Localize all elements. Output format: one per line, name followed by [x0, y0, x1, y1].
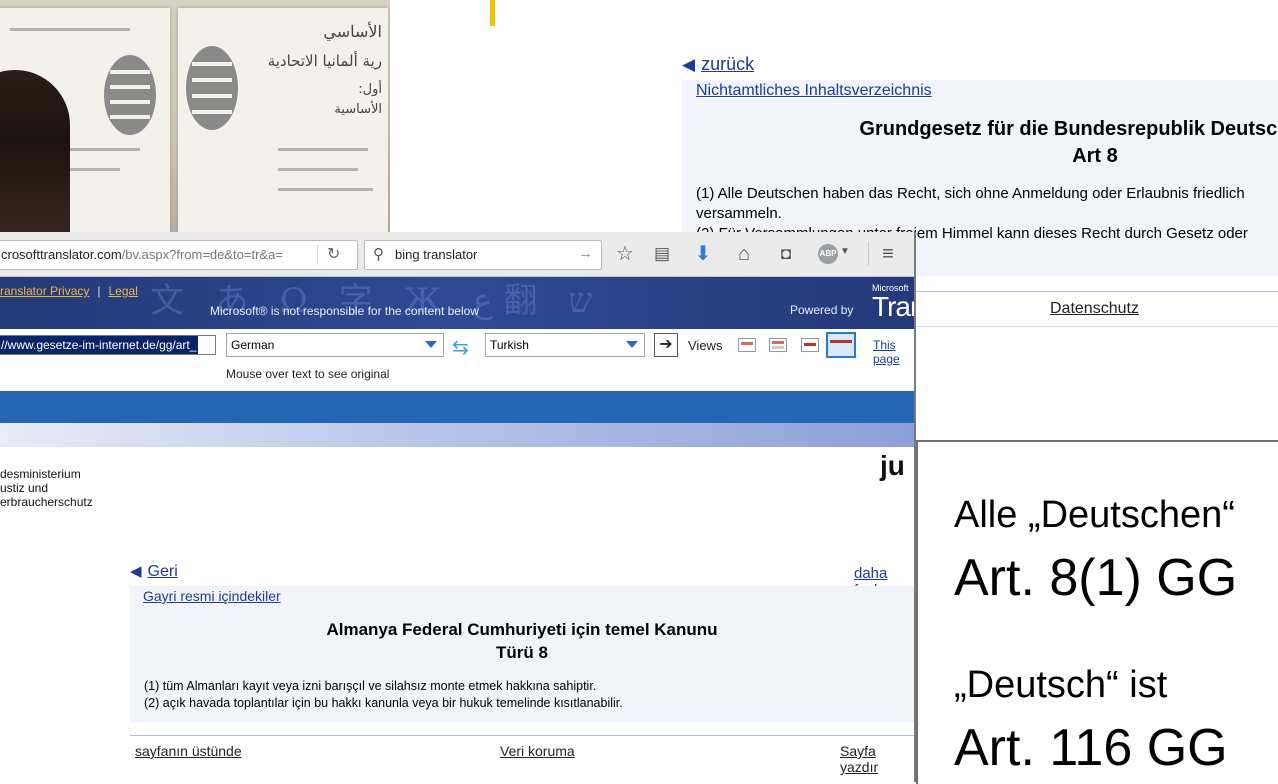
ministry-line1: desministerium	[0, 467, 81, 481]
address-text: crosofttranslator.com/bv.aspx?from=de&to…	[1, 247, 283, 262]
site-header-bar	[0, 391, 914, 423]
pocket-icon[interactable]: ◘	[774, 242, 798, 266]
translate-go-button[interactable]: ➔	[654, 333, 678, 357]
banner-links: ranslator Privacy | Legal	[0, 284, 138, 298]
powered-by-label: Powered by	[790, 303, 854, 317]
privacy-link[interactable]: Veri koruma	[500, 743, 575, 759]
paragraph-1: (1) tüm Almanları kayıt veya izni barışç…	[144, 679, 597, 693]
article-title-line1: Almanya Federal Cumhuriyeti için temel K…	[326, 620, 718, 639]
arabic-text: الأساسي	[323, 22, 382, 41]
search-bar[interactable]: ⚲ bing translator →	[364, 240, 602, 270]
download-icon[interactable]: ⬇	[691, 242, 715, 266]
article-title: Grundgesetz für die Bundesrepublik Deuts…	[682, 116, 1278, 170]
eagle-emblem-icon	[104, 55, 156, 135]
person-silhouette	[0, 70, 70, 232]
back-link[interactable]: ◀ zurück	[682, 54, 754, 75]
address-bar[interactable]: crosofttranslator.com/bv.aspx?from=de&to…	[0, 240, 358, 270]
this-page-link[interactable]: This page	[873, 338, 914, 366]
site-header-gradient	[0, 423, 914, 447]
separator: |	[97, 284, 101, 298]
back-arrow-icon: ◀	[682, 55, 696, 74]
back-link[interactable]: ◀ Geri	[130, 562, 178, 581]
mouse-hint-text: Mouse over text to see original	[226, 367, 390, 381]
star-icon[interactable]: ☆	[613, 242, 637, 266]
eagle-emblem-icon	[186, 46, 238, 130]
arabic-text: أول:	[358, 82, 382, 97]
url-path: /bv.aspx?from=de&to=tr&a=	[121, 247, 283, 262]
arabic-text: الأساسية	[334, 102, 382, 117]
source-url-input[interactable]: //www.gesetze-im-internet.de/gg/art_	[0, 335, 216, 355]
from-language-value: German	[231, 338, 275, 352]
slide-line4: Art. 116 GG	[954, 719, 1228, 777]
arabic-text: رية ألمانيا الاتحادية	[267, 52, 382, 70]
url-host: crosofttranslator.com	[1, 247, 122, 262]
chevron-down-icon[interactable]: ▼	[840, 246, 850, 257]
privacy-link[interactable]: Datenschutz	[1050, 300, 1139, 318]
slide-annotation: Alle „Deutschen“ Art. 8(1) GG „Deutsch“ …	[916, 440, 1278, 784]
divider	[130, 735, 914, 736]
view-side-by-side-icon[interactable]	[738, 338, 756, 352]
yellow-marker	[490, 0, 495, 26]
ministry-line2: ustiz und	[0, 481, 49, 495]
juris-logo: ju	[880, 450, 905, 481]
toc-link[interactable]: Nichtamtliches Inhaltsverzeichnis	[696, 82, 932, 100]
slide-line1: Alle „Deutschen“	[954, 494, 1235, 536]
article-title-line2: Art 8	[1072, 145, 1118, 167]
to-language-value: Turkish	[490, 338, 529, 352]
article-title-line1: Grundgesetz für die Bundesrepublik Deuts…	[859, 118, 1278, 140]
ministry-line3: erbraucherschutz	[0, 495, 93, 509]
divider	[916, 326, 1278, 327]
from-language-select[interactable]: German	[226, 333, 444, 357]
ministry-logo-text: desministerium ustiz und erbraucherschut…	[0, 467, 93, 509]
slide-line3: „Deutsch“ ist	[954, 664, 1168, 706]
reload-icon[interactable]: ↻	[327, 244, 340, 264]
background-photo: الأساسي رية ألمانيا الاتحادية أول: الأسا…	[0, 0, 390, 232]
back-link-label[interactable]: zurück	[701, 54, 754, 74]
translator-banner: 文 あ Ω 字 Ж ع 翻 ש ranslator Privacy | Legal …	[0, 277, 914, 329]
swap-languages-icon[interactable]: ⇆	[452, 335, 469, 360]
home-icon[interactable]: ⌂	[732, 242, 756, 266]
view-hover-icon[interactable]	[801, 338, 819, 352]
paragraph-2: (2) açık havada toplantılar için bu hakk…	[144, 696, 623, 710]
translation-controls: //www.gesetze-im-internet.de/gg/art_ Ger…	[0, 329, 914, 391]
divider	[916, 291, 1278, 292]
browser-toolbar: crosofttranslator.com/bv.aspx?from=de&to…	[0, 232, 914, 277]
views-label: Views	[688, 338, 723, 353]
back-link-label[interactable]: Geri	[148, 563, 178, 580]
article-title-line2: Türü 8	[496, 643, 548, 662]
chevron-down-icon	[425, 341, 437, 348]
adblock-icon[interactable]: ABP	[818, 244, 838, 264]
reading-list-icon[interactable]: ▤	[650, 242, 674, 266]
article-paragraphs: (1) tüm Almanları kayıt veya izni barışç…	[144, 678, 623, 712]
search-icon: ⚲	[373, 246, 384, 263]
disclaimer-text: Microsoft® is not responsible for the co…	[210, 304, 479, 318]
divider	[868, 242, 869, 266]
legal-link[interactable]: Legal	[109, 284, 138, 298]
article-title: Almanya Federal Cumhuriyeti için temel K…	[130, 618, 914, 664]
back-arrow-icon: ◀	[130, 563, 142, 580]
slide-line2: Art. 8(1) GG	[954, 549, 1238, 607]
divider	[317, 245, 318, 265]
privacy-link[interactable]: ranslator Privacy	[0, 284, 89, 298]
search-text: bing translator	[395, 247, 478, 262]
translated-article-panel: Gayri resmi içindekiler Almanya Federal …	[130, 586, 914, 722]
toc-link[interactable]: Gayri resmi içindekiler	[143, 588, 281, 604]
view-top-bottom-icon[interactable]	[769, 338, 787, 352]
source-url-text: //www.gesetze-im-internet.de/gg/art_	[0, 336, 199, 354]
search-go-icon[interactable]: →	[578, 245, 593, 262]
browser-window: crosofttranslator.com/bv.aspx?from=de&to…	[0, 232, 914, 782]
top-of-page-link[interactable]: sayfanın üstünde	[135, 743, 242, 759]
translator-logo: Translator	[872, 291, 914, 322]
chevron-down-icon	[626, 341, 638, 348]
paragraph-1-line2: versammeln.	[696, 205, 782, 222]
paragraph-1-line1: (1) Alle Deutschen haben das Recht, sich…	[696, 185, 1245, 202]
menu-icon[interactable]: ≡	[876, 242, 900, 266]
print-page-link[interactable]: Sayfa yazdır	[840, 743, 914, 775]
to-language-select[interactable]: Turkish	[485, 333, 645, 357]
view-original-icon[interactable]	[826, 332, 856, 358]
